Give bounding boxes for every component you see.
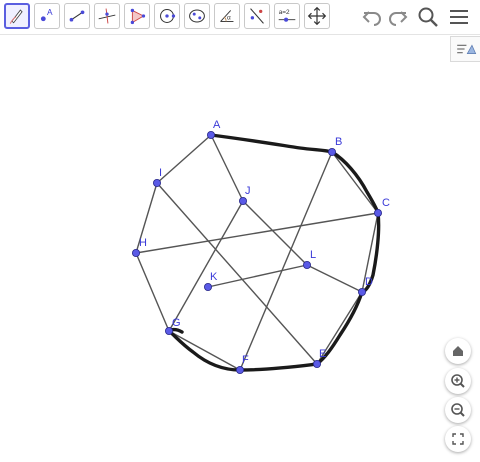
conic-tool-button[interactable] xyxy=(184,3,210,29)
line-icon xyxy=(69,10,85,22)
polygon-tool-button[interactable] xyxy=(124,3,150,29)
conic-icon xyxy=(189,9,205,23)
search-icon xyxy=(418,7,438,27)
redo-button[interactable] xyxy=(386,5,410,29)
undo-button[interactable] xyxy=(360,5,384,29)
zoom-in-icon xyxy=(451,374,465,388)
angle-icon: α xyxy=(220,10,234,22)
circle-icon xyxy=(160,9,176,23)
point-icon: A xyxy=(40,7,53,22)
polygon-icon xyxy=(130,8,146,25)
menu-icon xyxy=(450,10,468,24)
pen-icon xyxy=(9,9,23,24)
segment-hc[interactable] xyxy=(135,212,379,254)
points-layer: A B C D E F G H I J K L xyxy=(131,119,390,374)
point-i[interactable] xyxy=(152,178,161,187)
segment-bf[interactable] xyxy=(239,151,333,371)
point-l[interactable] xyxy=(302,260,311,269)
fullscreen-icon xyxy=(452,433,464,445)
home-icon xyxy=(453,346,463,356)
slider-icon: a=2 xyxy=(278,9,296,22)
main-menu-button[interactable] xyxy=(447,5,471,29)
undo-icon xyxy=(362,11,381,26)
reflect-tool-button[interactable] xyxy=(244,3,270,29)
segment-ai[interactable] xyxy=(156,134,212,184)
point-tool-label: A xyxy=(47,7,53,17)
point-label-c: C xyxy=(382,197,390,209)
fullscreen-button[interactable] xyxy=(445,426,471,452)
point-label-g: G xyxy=(172,317,181,329)
home-button[interactable] xyxy=(445,338,471,364)
segment-hg[interactable] xyxy=(135,252,170,332)
angle-tool-button[interactable]: α xyxy=(214,3,240,29)
reflect-icon xyxy=(250,8,264,24)
search-button[interactable] xyxy=(416,5,440,29)
point-k[interactable] xyxy=(203,282,212,291)
toolbar: A α a=2 xyxy=(0,0,480,35)
segment-bc[interactable] xyxy=(331,151,379,214)
move-graphics-tool-button[interactable] xyxy=(304,3,330,29)
line-tool-button[interactable] xyxy=(64,3,90,29)
point-label-k: K xyxy=(210,271,218,283)
point-h[interactable] xyxy=(131,248,140,257)
graphics-view[interactable]: A B C D E F G H I J K L xyxy=(0,35,480,462)
zoom-out-button[interactable] xyxy=(445,397,471,423)
freehand-stroke xyxy=(167,133,381,372)
point-f[interactable] xyxy=(235,365,244,374)
point-j[interactable] xyxy=(238,196,247,205)
pen-tool-button[interactable] xyxy=(4,3,30,29)
point-label-e: E xyxy=(319,348,326,360)
angle-tool-label: α xyxy=(227,15,231,22)
segment-kl[interactable] xyxy=(207,264,308,288)
segment-jg[interactable] xyxy=(168,200,244,332)
point-label-f: F xyxy=(242,354,249,366)
point-e[interactable] xyxy=(312,359,321,368)
point-label-h: H xyxy=(139,237,147,249)
slider-tool-button[interactable]: a=2 xyxy=(274,3,300,29)
point-label-j: J xyxy=(245,185,251,197)
point-label-l: L xyxy=(310,249,316,261)
redo-icon xyxy=(389,11,408,26)
move-arrows-icon xyxy=(307,6,327,26)
circle-tool-button[interactable] xyxy=(154,3,180,29)
point-d[interactable] xyxy=(357,287,366,296)
point-label-i: I xyxy=(159,167,162,179)
segment-ld[interactable] xyxy=(306,264,363,293)
perpendicular-line-tool-button[interactable] xyxy=(94,3,120,29)
slider-tool-label: a=2 xyxy=(279,9,290,16)
zoom-in-button[interactable] xyxy=(445,368,471,394)
point-label-a: A xyxy=(213,119,221,131)
point-b[interactable] xyxy=(327,147,336,156)
segment-gf[interactable] xyxy=(168,330,241,371)
segment-aj[interactable] xyxy=(210,134,244,202)
point-label-d: D xyxy=(365,276,373,288)
point-c[interactable] xyxy=(373,208,382,217)
zoom-out-icon xyxy=(451,403,465,417)
point-a[interactable] xyxy=(206,130,215,139)
point-tool-button[interactable]: A xyxy=(34,3,60,29)
point-label-b: B xyxy=(335,136,342,148)
perpendicular-icon xyxy=(98,8,116,24)
